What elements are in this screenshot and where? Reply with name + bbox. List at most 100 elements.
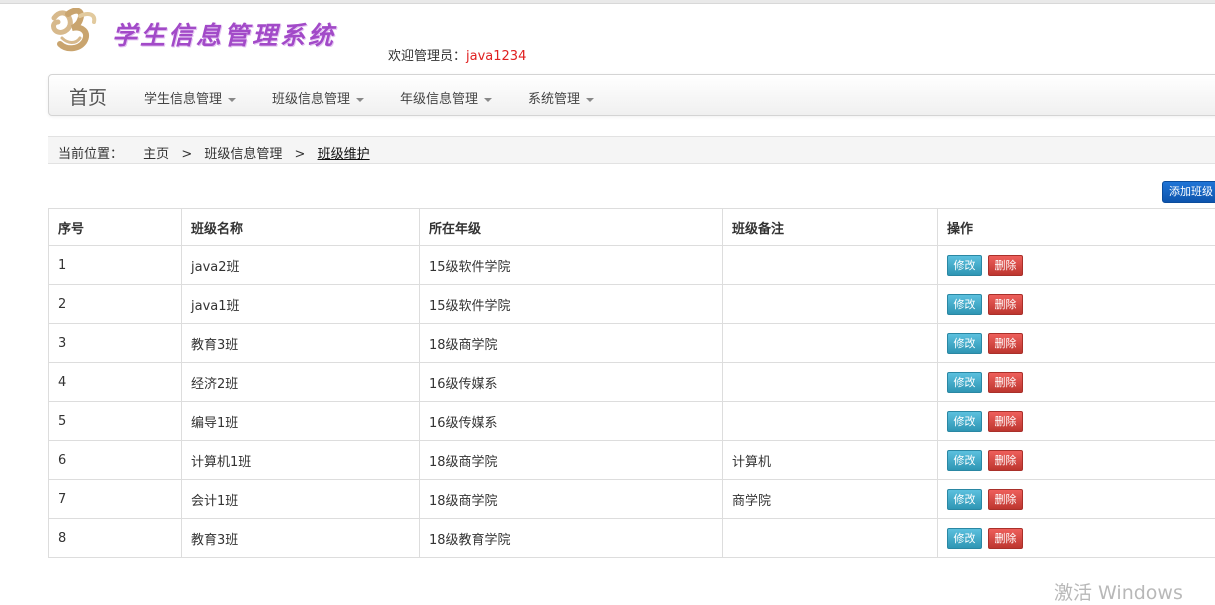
- class-table: 序号 班级名称 所在年级 班级备注 操作 1 java2班 15级软件学院 修改…: [48, 208, 1215, 558]
- breadcrumb-separator: >: [181, 147, 192, 162]
- welcome-label: 欢迎管理员：: [388, 49, 466, 64]
- delete-button[interactable]: 删除: [988, 333, 1023, 354]
- logo-icon: [50, 8, 104, 54]
- cell-id: 3: [49, 324, 182, 363]
- caret-down-icon: [228, 98, 236, 102]
- cell-grade: 18级商学院: [420, 324, 723, 363]
- cell-name: 教育3班: [182, 519, 420, 558]
- header: 学生信息管理系统 欢迎管理员：java1234: [48, 6, 1215, 68]
- column-header-id: 序号: [49, 209, 182, 246]
- edit-button[interactable]: 修改: [947, 411, 982, 432]
- nav-menu-grade[interactable]: 年级信息管理: [400, 88, 492, 107]
- cell-id: 4: [49, 363, 182, 402]
- table-row: 3 教育3班 18级商学院 修改删除: [49, 324, 1215, 363]
- cell-note: [723, 324, 938, 363]
- add-class-button[interactable]: 添加班级: [1162, 181, 1215, 203]
- cell-note: [723, 363, 938, 402]
- cell-id: 5: [49, 402, 182, 441]
- nav-menu-class[interactable]: 班级信息管理: [272, 88, 364, 107]
- cell-note: [723, 519, 938, 558]
- cell-actions: 修改删除: [938, 285, 1215, 324]
- cell-name: java1班: [182, 285, 420, 324]
- delete-button[interactable]: 删除: [988, 450, 1023, 471]
- cell-id: 6: [49, 441, 182, 480]
- app-title: 学生信息管理系统: [112, 16, 336, 52]
- cell-grade: 15级软件学院: [420, 246, 723, 285]
- cell-actions: 修改删除: [938, 441, 1215, 480]
- cell-note: [723, 246, 938, 285]
- cell-name: 编导1班: [182, 402, 420, 441]
- caret-down-icon: [356, 98, 364, 102]
- cell-grade: 16级传媒系: [420, 363, 723, 402]
- cell-id: 8: [49, 519, 182, 558]
- nav-menu-label: 年级信息管理: [400, 92, 478, 107]
- caret-down-icon: [484, 98, 492, 102]
- table-row: 1 java2班 15级软件学院 修改删除: [49, 246, 1215, 285]
- windows-activation-watermark: 激活 Windows: [1054, 578, 1183, 605]
- edit-button[interactable]: 修改: [947, 489, 982, 510]
- table-row: 4 经济2班 16级传媒系 修改删除: [49, 363, 1215, 402]
- delete-button[interactable]: 删除: [988, 489, 1023, 510]
- table-row: 6 计算机1班 18级商学院 计算机 修改删除: [49, 441, 1215, 480]
- cell-grade: 18级商学院: [420, 480, 723, 519]
- breadcrumb-label: 当前位置：: [58, 147, 123, 162]
- column-header-note: 班级备注: [723, 209, 938, 246]
- main-navbar: 首页 学生信息管理 班级信息管理 年级信息管理 系统管理: [48, 74, 1215, 116]
- table-row: 8 教育3班 18级教育学院 修改删除: [49, 519, 1215, 558]
- cell-name: 会计1班: [182, 480, 420, 519]
- column-header-grade: 所在年级: [420, 209, 723, 246]
- cell-id: 2: [49, 285, 182, 324]
- breadcrumb-separator: >: [295, 147, 306, 162]
- cell-name: 教育3班: [182, 324, 420, 363]
- breadcrumb-home[interactable]: 主页: [143, 147, 169, 162]
- current-user: java1234: [466, 49, 526, 64]
- nav-menu-system[interactable]: 系统管理: [528, 88, 594, 107]
- welcome-text: 欢迎管理员：java1234: [388, 45, 526, 64]
- edit-button[interactable]: 修改: [947, 372, 982, 393]
- nav-home-link[interactable]: 首页: [69, 83, 107, 110]
- edit-button[interactable]: 修改: [947, 528, 982, 549]
- nav-menu-student[interactable]: 学生信息管理: [144, 88, 236, 107]
- caret-down-icon: [586, 98, 594, 102]
- cell-name: 经济2班: [182, 363, 420, 402]
- column-header-actions: 操作: [938, 209, 1215, 246]
- cell-actions: 修改删除: [938, 246, 1215, 285]
- cell-grade: 18级教育学院: [420, 519, 723, 558]
- edit-button[interactable]: 修改: [947, 255, 982, 276]
- cell-actions: 修改删除: [938, 480, 1215, 519]
- breadcrumb-class-info[interactable]: 班级信息管理: [204, 147, 282, 162]
- cell-note: 计算机: [723, 441, 938, 480]
- breadcrumb: 当前位置： 主页 > 班级信息管理 > 班级维护: [48, 136, 1215, 164]
- table-row: 7 会计1班 18级商学院 商学院 修改删除: [49, 480, 1215, 519]
- nav-menu-label: 学生信息管理: [144, 92, 222, 107]
- cell-name: 计算机1班: [182, 441, 420, 480]
- edit-button[interactable]: 修改: [947, 333, 982, 354]
- nav-menu-label: 班级信息管理: [272, 92, 350, 107]
- cell-actions: 修改删除: [938, 519, 1215, 558]
- table-row: 5 编导1班 16级传媒系 修改删除: [49, 402, 1215, 441]
- cell-note: [723, 285, 938, 324]
- cell-note: 商学院: [723, 480, 938, 519]
- cell-id: 7: [49, 480, 182, 519]
- table-header-row: 序号 班级名称 所在年级 班级备注 操作: [49, 209, 1215, 246]
- table-row: 2 java1班 15级软件学院 修改删除: [49, 285, 1215, 324]
- cell-name: java2班: [182, 246, 420, 285]
- cell-grade: 15级软件学院: [420, 285, 723, 324]
- cell-grade: 18级商学院: [420, 441, 723, 480]
- column-header-name: 班级名称: [182, 209, 420, 246]
- breadcrumb-current[interactable]: 班级维护: [318, 147, 370, 162]
- cell-actions: 修改删除: [938, 402, 1215, 441]
- edit-button[interactable]: 修改: [947, 450, 982, 471]
- cell-id: 1: [49, 246, 182, 285]
- delete-button[interactable]: 删除: [988, 372, 1023, 393]
- delete-button[interactable]: 删除: [988, 528, 1023, 549]
- delete-button[interactable]: 删除: [988, 255, 1023, 276]
- nav-menu-label: 系统管理: [528, 92, 580, 107]
- cell-actions: 修改删除: [938, 363, 1215, 402]
- delete-button[interactable]: 删除: [988, 411, 1023, 432]
- delete-button[interactable]: 删除: [988, 294, 1023, 315]
- cell-actions: 修改删除: [938, 324, 1215, 363]
- cell-grade: 16级传媒系: [420, 402, 723, 441]
- edit-button[interactable]: 修改: [947, 294, 982, 315]
- cell-note: [723, 402, 938, 441]
